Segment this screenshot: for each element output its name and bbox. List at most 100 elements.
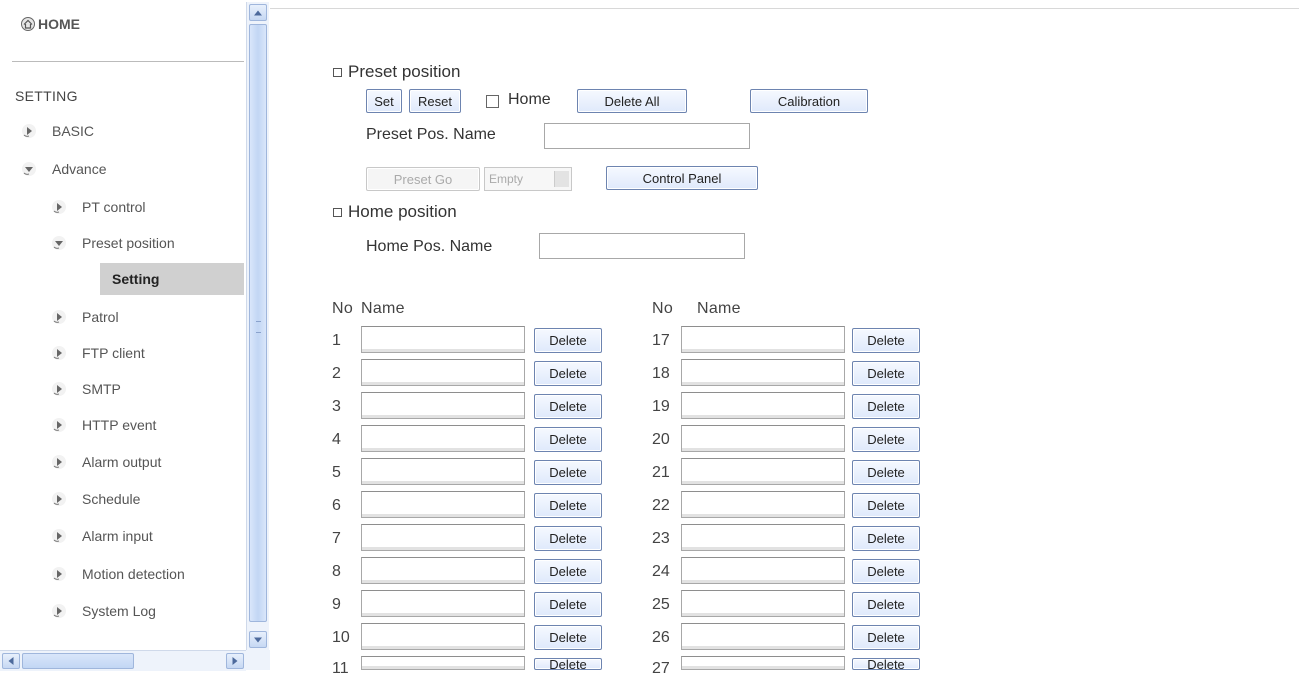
nav-item-basic[interactable]: BASIC	[20, 120, 94, 142]
preset-name-field[interactable]	[361, 491, 525, 518]
preset-name-field[interactable]	[681, 656, 845, 670]
preset-name-field[interactable]	[361, 656, 525, 670]
scroll-thumb[interactable]	[249, 24, 267, 622]
arrow-down-icon	[22, 162, 36, 176]
preset-name-field[interactable]	[361, 524, 525, 551]
calibration-button[interactable]: Calibration	[750, 89, 868, 113]
setting-title: SETTING	[15, 88, 78, 104]
preset-select[interactable]: Empty	[484, 167, 572, 191]
scrollbar-corner	[246, 650, 270, 670]
col-no-header-right: No	[652, 300, 674, 317]
home-position-title: Home position	[348, 202, 457, 221]
nav-item-preset-position[interactable]: Preset position	[50, 232, 175, 254]
nav-item-motion-detection[interactable]: Motion detection	[50, 563, 185, 585]
nav-item-alarm-output[interactable]: Alarm output	[50, 451, 161, 473]
grip-icon	[256, 321, 261, 333]
delete-button[interactable]: Delete	[534, 427, 602, 452]
row-number: 8	[332, 563, 341, 580]
col-name-header-right: Name	[697, 300, 741, 317]
row-number: 26	[652, 629, 670, 646]
preset-name-field[interactable]	[361, 392, 525, 419]
top-divider	[270, 8, 1299, 9]
nav-item-http-event[interactable]: HTTP event	[50, 414, 156, 436]
delete-button[interactable]: Delete	[534, 559, 602, 584]
delete-button[interactable]: Delete	[852, 559, 920, 584]
preset-name-field[interactable]	[681, 491, 845, 518]
nav-sub-setting[interactable]: Setting	[100, 263, 244, 295]
home-link[interactable]: HOME	[20, 12, 80, 36]
home-name-input[interactable]	[539, 233, 745, 259]
set-button[interactable]: Set	[366, 89, 402, 113]
arrow-right-icon	[22, 124, 36, 138]
nav-item-patrol[interactable]: Patrol	[50, 306, 119, 328]
preset-name-field[interactable]	[681, 557, 845, 584]
arrow-right-icon	[52, 346, 66, 360]
nav-vertical-scrollbar[interactable]	[246, 2, 269, 650]
scroll-up-button[interactable]	[249, 4, 267, 21]
delete-button[interactable]: Delete	[852, 625, 920, 650]
chevron-up-icon	[254, 10, 262, 15]
control-panel-button[interactable]: Control Panel	[606, 166, 758, 190]
delete-button[interactable]: Delete	[852, 657, 920, 672]
scroll-right-button[interactable]	[226, 653, 244, 669]
row-number: 7	[332, 530, 341, 547]
preset-name-field[interactable]	[681, 524, 845, 551]
preset-name-label: Preset Pos. Name	[366, 126, 496, 143]
preset-name-field[interactable]	[361, 425, 525, 452]
nav-horizontal-scrollbar[interactable]	[0, 650, 246, 671]
preset-name-field[interactable]	[681, 590, 845, 617]
preset-name-field[interactable]	[361, 557, 525, 584]
preset-name-field[interactable]	[681, 425, 845, 452]
delete-button[interactable]: Delete	[852, 394, 920, 419]
delete-button[interactable]: Delete	[534, 493, 602, 518]
delete-button[interactable]: Delete	[852, 361, 920, 386]
preset-name-field[interactable]	[681, 392, 845, 419]
delete-button[interactable]: Delete	[852, 328, 920, 353]
scroll-thumb-horizontal[interactable]	[22, 653, 134, 669]
delete-all-button[interactable]: Delete All	[577, 89, 687, 113]
arrow-right-icon	[52, 567, 66, 581]
home-icon	[21, 17, 35, 31]
delete-button[interactable]: Delete	[534, 361, 602, 386]
preset-name-field[interactable]	[681, 458, 845, 485]
delete-button[interactable]: Delete	[534, 460, 602, 485]
scroll-left-button[interactable]	[2, 653, 20, 669]
preset-name-field[interactable]	[681, 359, 845, 386]
home-checkbox[interactable]	[486, 95, 499, 108]
nav-item-pt-control[interactable]: PT control	[50, 196, 146, 218]
nav-item-smtp[interactable]: SMTP	[50, 378, 121, 400]
section-bullet-icon	[333, 207, 342, 217]
row-number: 24	[652, 563, 670, 580]
delete-button[interactable]: Delete	[534, 657, 602, 672]
nav-item-advance[interactable]: Advance	[20, 158, 106, 180]
nav-item-system-log[interactable]: System Log	[50, 600, 156, 622]
preset-name-field[interactable]	[681, 326, 845, 353]
delete-button[interactable]: Delete	[852, 460, 920, 485]
nav-item-schedule[interactable]: Schedule	[50, 488, 140, 510]
scroll-down-button[interactable]	[249, 631, 267, 648]
nav-item-label: PT control	[82, 199, 146, 215]
delete-button[interactable]: Delete	[852, 592, 920, 617]
delete-button[interactable]: Delete	[534, 526, 602, 551]
preset-name-field[interactable]	[361, 359, 525, 386]
row-number: 27	[652, 660, 670, 677]
preset-name-field[interactable]	[361, 623, 525, 650]
delete-button[interactable]: Delete	[534, 394, 602, 419]
nav-item-alarm-input[interactable]: Alarm input	[50, 525, 153, 547]
delete-button[interactable]: Delete	[852, 526, 920, 551]
row-number: 6	[332, 497, 341, 514]
chevron-left-icon	[8, 657, 14, 665]
preset-name-field[interactable]	[361, 458, 525, 485]
delete-button[interactable]: Delete	[534, 592, 602, 617]
preset-name-field[interactable]	[361, 590, 525, 617]
preset-name-field[interactable]	[361, 326, 525, 353]
delete-button[interactable]: Delete	[852, 493, 920, 518]
reset-button[interactable]: Reset	[409, 89, 461, 113]
preset-go-button[interactable]: Preset Go	[366, 167, 480, 191]
delete-button[interactable]: Delete	[534, 328, 602, 353]
delete-button[interactable]: Delete	[534, 625, 602, 650]
preset-name-input[interactable]	[544, 123, 750, 149]
preset-name-field[interactable]	[681, 623, 845, 650]
delete-button[interactable]: Delete	[852, 427, 920, 452]
nav-item-ftp-client[interactable]: FTP client	[50, 342, 145, 364]
